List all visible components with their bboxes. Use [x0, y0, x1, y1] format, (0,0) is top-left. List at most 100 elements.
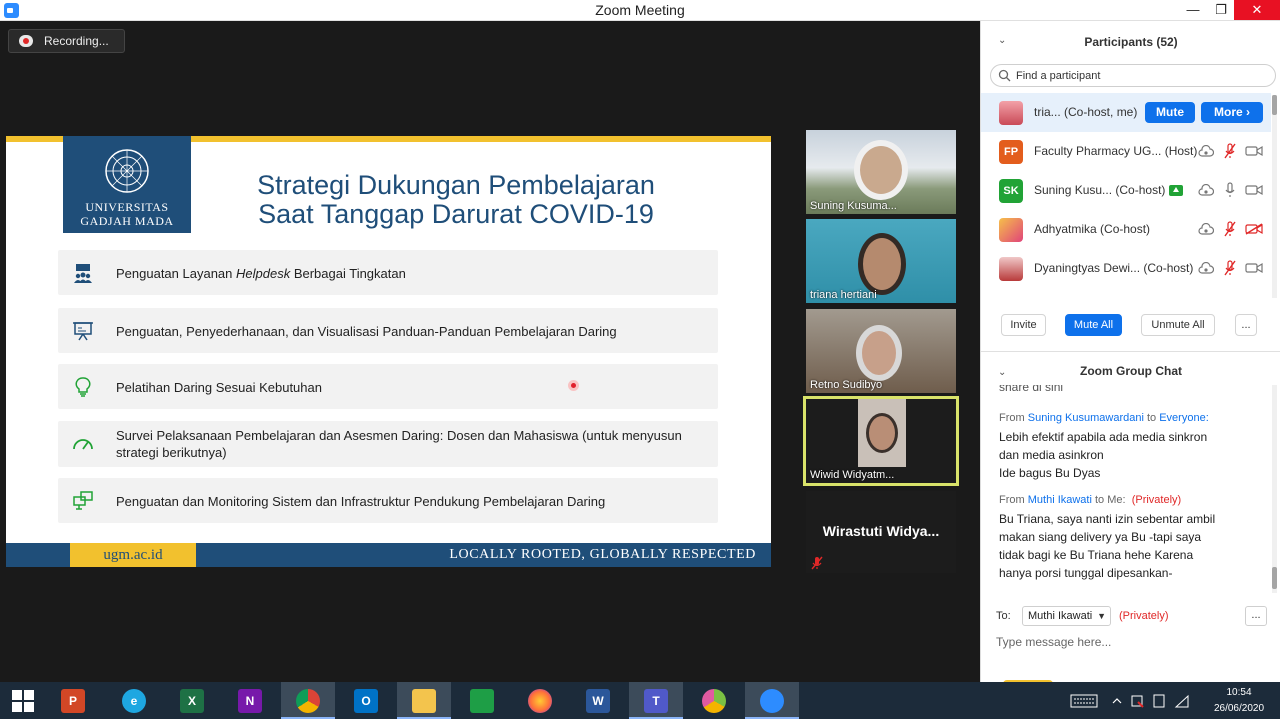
network-signal-icon[interactable]: [1174, 694, 1190, 708]
mic-muted-icon: [811, 556, 823, 570]
ugm-seal-icon: [105, 149, 149, 193]
laser-pointer-icon: [568, 380, 579, 391]
chat-more-button[interactable]: ...: [1245, 606, 1267, 626]
privately-label: (Privately): [1119, 610, 1169, 622]
keyboard-icon[interactable]: [1070, 694, 1098, 708]
taskbar-app-excel[interactable]: X: [165, 682, 219, 719]
store-icon: [470, 689, 494, 713]
video-thumbnail[interactable]: triana hertiani: [806, 219, 956, 303]
slide-bullet-text: Pelatihan Daring Sesuai Kebutuhan: [116, 380, 322, 395]
taskbar-app-word[interactable]: W: [571, 682, 625, 719]
taskbar-app-teams[interactable]: T: [629, 682, 683, 719]
chat-recipient-row: To: Muthi Ikawati ▼ (Privately) ...: [981, 605, 1280, 627]
avatar: SK: [999, 179, 1023, 203]
shared-slide: UNIVERSITAS GADJAH MADA Strategi Dukunga…: [6, 136, 771, 567]
taskbar-app-file-explorer[interactable]: [397, 682, 451, 719]
participant-row-self[interactable]: tria... (Co-host, me) Mute More ›: [981, 93, 1271, 132]
maximize-button[interactable]: ❐: [1204, 0, 1238, 20]
chat-message-line: makan siang delivery ya Bu -tapi saya: [999, 530, 1202, 544]
participants-title: Participants (52): [1084, 35, 1178, 49]
chat-message-meta: From Suning Kusumawardani to Everyone:: [999, 412, 1209, 424]
taskbar-clock-date[interactable]: 26/06/2020: [1208, 703, 1270, 714]
chat-scrollbar[interactable]: [1272, 385, 1277, 593]
tray-expand-icon[interactable]: [1112, 696, 1122, 706]
recipient-dropdown[interactable]: Muthi Ikawati ▼: [1022, 606, 1111, 626]
presentation-board-icon: [73, 322, 93, 341]
thumbnail-name: triana hertiani: [810, 289, 877, 301]
taskbar-app-chrome[interactable]: [281, 682, 335, 719]
video-thumbnail[interactable]: Wirastuti Widya...: [806, 491, 956, 573]
thumbnail-name: Wiwid Widyatm...: [810, 469, 895, 481]
close-button[interactable]: ✕: [1234, 0, 1280, 20]
participant-face: [856, 325, 902, 381]
participant-status-icons: [1194, 259, 1263, 277]
taskbar-app-ie[interactable]: e: [107, 682, 161, 719]
thumbnail-name: Retno Sudibyo: [810, 379, 883, 391]
chat-message-line: tidak bagi ke Bu Triana hehe Karena: [999, 548, 1194, 562]
monitor-network-icon: [73, 491, 93, 510]
participants-scrollbar[interactable]: [1272, 95, 1277, 298]
chat-message-input[interactable]: [996, 633, 1266, 651]
internet-explorer-icon: e: [122, 689, 146, 713]
people-screen-icon: [74, 264, 92, 283]
folder-icon: [412, 689, 436, 713]
unmute-all-button[interactable]: Unmute All: [1141, 314, 1215, 336]
taskbar-clock-time[interactable]: 10:54: [1208, 687, 1270, 698]
thumbnail-name: Suning Kusuma...: [810, 200, 897, 212]
thumbnail-name-large: Wirastuti Widya...: [822, 523, 940, 539]
mute-button[interactable]: Mute: [1145, 102, 1195, 123]
chat-messages: share di sini From Suning Kusumawardani …: [981, 385, 1271, 593]
participant-search[interactable]: [990, 64, 1276, 87]
participants-header: ⌄ Participants (52): [981, 21, 1280, 61]
footer-motto: LOCALLY ROOTED, GLOBALLY RESPECTED: [449, 547, 756, 562]
firefox-icon: [528, 689, 552, 713]
scrollbar-thumb[interactable]: [1272, 95, 1277, 115]
mic-muted-icon: [1223, 260, 1236, 276]
taskbar-app-zoom[interactable]: [745, 682, 799, 719]
slide-bullet-text: Penguatan dan Monitoring Sistem dan Infr…: [116, 494, 606, 509]
video-thumbnail-active-speaker[interactable]: Wiwid Widyatm...: [803, 396, 959, 486]
video-thumbnail[interactable]: Suning Kusuma...: [806, 130, 956, 214]
scrollbar-thumb[interactable]: [1272, 567, 1277, 589]
chrome-icon: [296, 689, 320, 713]
screen-share-icon: [1169, 185, 1184, 197]
participant-name: Dyaningtyas Dewi... (Co-host): [1034, 261, 1194, 275]
cloud-recording-icon: [1198, 222, 1215, 235]
more-options-button[interactable]: ...: [1235, 314, 1257, 336]
video-off-icon: [1245, 223, 1263, 235]
participant-row[interactable]: Dyaningtyas Dewi... (Co-host): [981, 249, 1271, 288]
taskbar-app-store[interactable]: [455, 682, 509, 719]
outlook-icon: O: [354, 689, 378, 713]
search-input[interactable]: [1016, 68, 1266, 84]
recording-cloud-icon: [19, 35, 33, 47]
invite-button[interactable]: Invite: [1001, 314, 1046, 336]
taskbar-app-firefox[interactable]: [513, 682, 567, 719]
device-icon[interactable]: [1152, 694, 1166, 708]
participant-name: Faculty Pharmacy UG... (Host): [1034, 144, 1198, 158]
start-button[interactable]: [0, 682, 46, 719]
taskbar-app-outlook[interactable]: O: [339, 682, 393, 719]
tray-app-icon[interactable]: [1130, 694, 1144, 708]
video-thumbnail[interactable]: Retno Sudibyo: [806, 309, 956, 393]
gauge-icon: [73, 439, 93, 450]
slide-bullet-text: Penguatan Layanan Helpdesk Berbagai Ting…: [116, 266, 406, 281]
chat-message-line: Bu Triana, saya nanti izin sebentar ambi…: [999, 512, 1216, 526]
taskbar-app-chrome-canary[interactable]: [687, 682, 741, 719]
participant-row[interactable]: Adhyatmika (Co-host): [981, 210, 1271, 249]
participant-row[interactable]: SK Suning Kusu... (Co-host): [981, 171, 1271, 210]
chat-line-clipped: share di sini: [999, 385, 1064, 394]
recording-indicator[interactable]: Recording...: [8, 29, 125, 53]
taskbar-app-onenote[interactable]: N: [223, 682, 277, 719]
participant-list: tria... (Co-host, me) Mute More › FP Fac…: [981, 93, 1280, 299]
taskbar-app-powerpoint[interactable]: P: [46, 682, 100, 719]
side-panel: ⌄ Participants (52) tria... (Co-host, me…: [980, 21, 1280, 682]
window-titlebar: Zoom Meeting — ❐ ✕: [0, 0, 1280, 21]
window-title: Zoom Meeting: [595, 2, 685, 18]
slide-bullet-infrastruktur: Penguatan dan Monitoring Sistem dan Infr…: [58, 478, 718, 523]
more-button[interactable]: More ›: [1201, 102, 1263, 123]
mute-all-button[interactable]: Mute All: [1065, 314, 1122, 336]
participant-row[interactable]: FP Faculty Pharmacy UG... (Host): [981, 132, 1271, 171]
mic-on-icon: [1225, 182, 1235, 197]
video-area: Recording... UNIVERSITAS GADJAH MADA Str…: [0, 21, 980, 682]
participant-status-icons: [1194, 142, 1263, 160]
